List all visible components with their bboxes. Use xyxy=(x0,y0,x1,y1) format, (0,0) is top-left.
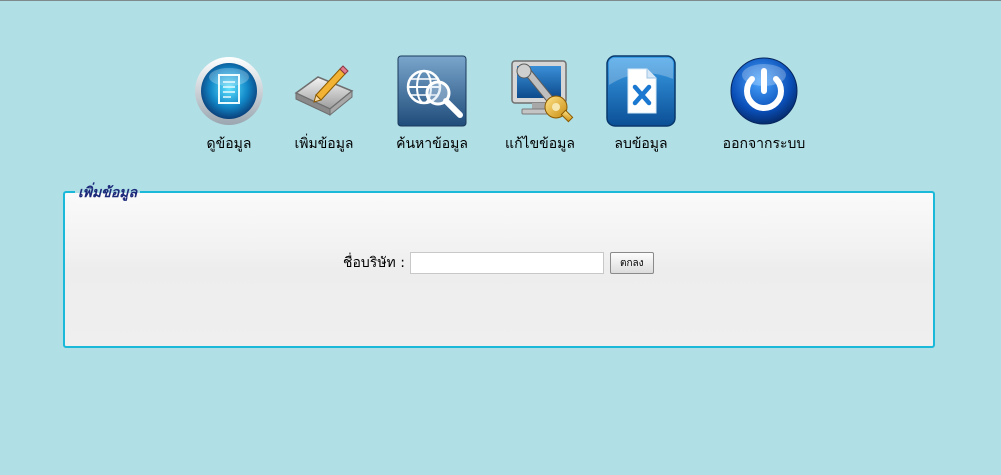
power-icon xyxy=(730,57,798,125)
submit-button[interactable]: ตกลง xyxy=(609,252,654,274)
menu-view-data[interactable]: ดูข้อมูล xyxy=(183,55,275,155)
menu-delete-data-label: ลบข้อมูล xyxy=(614,136,668,152)
add-data-panel: เพิ่มข้อมูล ชื่อบริษัท : ตกลง xyxy=(63,182,935,348)
company-name-input[interactable] xyxy=(409,252,604,274)
search-globe-icon xyxy=(397,55,467,127)
view-document-icon xyxy=(195,57,263,125)
company-form-row: ชื่อบริษัท : ตกลง xyxy=(343,252,654,274)
menu-add-data[interactable]: เพิ่มข้อมูล xyxy=(283,55,365,155)
company-name-label: ชื่อบริษัท : xyxy=(343,255,405,271)
menu-delete-data[interactable]: ลบข้อมูล xyxy=(605,55,677,155)
menu-search-data-label: ค้นหาข้อมูล xyxy=(396,136,468,152)
edit-monitor-wrench-icon xyxy=(511,60,574,123)
menu-logout[interactable]: ออกจากระบบ xyxy=(712,55,816,155)
menu-logout-label: ออกจากระบบ xyxy=(722,136,806,152)
menu-edit-data-label: แก้ไขข้อมูล xyxy=(505,136,575,152)
add-folder-pencil-icon xyxy=(294,65,354,117)
panel-legend: เพิ่มข้อมูล xyxy=(75,182,141,204)
menu-add-data-label: เพิ่มข้อมูล xyxy=(294,136,354,152)
menu-view-data-label: ดูข้อมูล xyxy=(206,136,252,152)
page: ดูข้อมูล เพิ่มข้อมูล ค้นหาข้อมูล แก้ไขข้… xyxy=(0,0,1001,475)
delete-file-icon xyxy=(606,55,676,127)
menu-edit-data[interactable]: แก้ไขข้อมูล xyxy=(495,55,585,155)
menu-search-data[interactable]: ค้นหาข้อมูล xyxy=(387,55,477,155)
